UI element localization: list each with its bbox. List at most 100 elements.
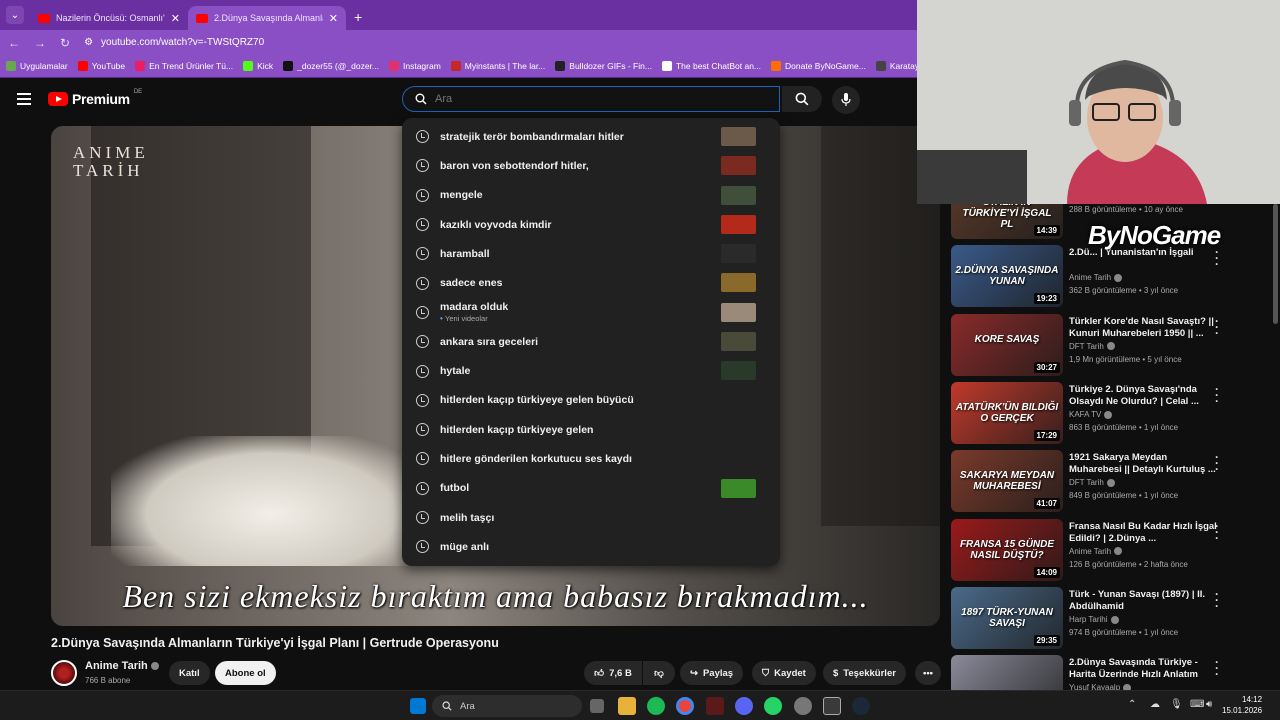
voice-search-button[interactable] xyxy=(832,86,860,114)
suggestion-item[interactable]: madara olduk • Yeni videolar xyxy=(402,298,780,327)
spotify-icon[interactable] xyxy=(647,697,665,715)
suggestion-item[interactable]: stratejik terör bombandırmaları hitler xyxy=(402,122,780,151)
app-icon[interactable] xyxy=(706,697,724,715)
suggestion-item[interactable]: hitlerden kaçıp türkiyeye gelen xyxy=(402,415,780,444)
channel-avatar[interactable] xyxy=(51,660,77,686)
related-video-item[interactable]: KORE SAVAŞ 30:27 Türkler Kore'de Nasıl Sav… xyxy=(951,313,1271,376)
close-tab-icon[interactable]: ✕ xyxy=(329,12,338,25)
bookmark-item[interactable]: _dozer55 (@_dozer... xyxy=(283,61,379,71)
dislike-button[interactable]: 👎︎ xyxy=(643,661,675,685)
reload-icon[interactable]: ↻ xyxy=(60,36,70,50)
related-video-item[interactable]: ATATÜRK'ÜN BILDIĞI O GERÇEK 17:29 Türkiye … xyxy=(951,381,1271,444)
related-channel-name[interactable]: DFT Tarih xyxy=(1069,342,1115,351)
file-explorer-icon[interactable] xyxy=(618,697,636,715)
bookmark-item[interactable]: Donate ByNoGame... xyxy=(771,61,866,71)
discord-icon[interactable] xyxy=(735,697,753,715)
share-button[interactable]: ↪ Paylaş xyxy=(680,661,744,685)
scrollbar[interactable] xyxy=(1273,204,1278,324)
video-thumbnail[interactable]: SAKARYA MEYDAN MUHAREBESİ 41:07 xyxy=(951,450,1063,513)
window-app-icon[interactable] xyxy=(823,697,841,715)
more-vertical-icon[interactable]: · · · xyxy=(1215,246,1219,270)
more-actions-button[interactable]: ••• xyxy=(915,661,941,685)
steam-icon[interactable] xyxy=(852,697,870,715)
bookmark-item[interactable]: Uygulamalar xyxy=(6,61,68,71)
thanks-button[interactable]: $ Teşekkürler xyxy=(823,661,906,685)
video-thumbnail[interactable]: 1897 TÜRK-YUNAN SAVAŞI 29:35 xyxy=(951,586,1063,649)
more-vertical-icon[interactable]: · · · xyxy=(1215,520,1219,544)
related-video-item[interactable]: 1897 TÜRK-YUNAN SAVAŞI 29:35 Türk - Yunan … xyxy=(951,586,1271,649)
related-video-title[interactable]: Türkiye 2. Dünya Savaşı'nda Olsaydı Ne O… xyxy=(1069,384,1217,408)
youtube-logo[interactable]: Premium DE xyxy=(48,89,142,107)
new-tab-button[interactable]: + xyxy=(354,9,362,25)
video-thumbnail[interactable]: STALİN'İN TÜRKİYE'Yİ İŞGAL PL14:39 xyxy=(951,204,1063,239)
tab-1[interactable]: Nazilerin Öncüsü: Osmanlı'da Y ✕ xyxy=(30,6,188,30)
forward-arrow-icon[interactable]: → xyxy=(34,36,46,50)
bookmark-item[interactable]: Bulldozer GIFs - Fin... xyxy=(555,61,652,71)
like-button[interactable]: 👍︎ 7,6 B xyxy=(584,661,642,685)
suggestion-item[interactable]: melih taşçı xyxy=(402,503,780,532)
more-vertical-icon[interactable]: · · · xyxy=(1215,315,1219,339)
related-channel-name[interactable]: Anime Tarih xyxy=(1069,273,1123,282)
whatsapp-icon[interactable] xyxy=(764,697,782,715)
taskbar-search[interactable]: Ara xyxy=(432,695,582,717)
back-arrow-icon[interactable]: ← xyxy=(8,36,20,50)
suggestion-item[interactable]: müge anlı xyxy=(402,532,780,561)
save-button[interactable]: ⛉ Kaydet xyxy=(752,661,816,685)
search-button[interactable] xyxy=(782,86,822,112)
video-thumbnail[interactable]: KORE SAVAŞ 30:27 xyxy=(951,313,1063,376)
related-video-title[interactable]: Fransa Nasıl Bu Kadar Hızlı İşgal Edildi… xyxy=(1069,521,1217,545)
bookmark-item[interactable]: En Trend Ürünler Tü... xyxy=(135,61,233,71)
suggestion-item[interactable]: ankara sıra geceleri xyxy=(402,327,780,356)
tab-search-button[interactable]: ⌄ xyxy=(6,6,24,24)
suggestion-item[interactable]: sadece enes xyxy=(402,268,780,297)
video-thumbnail[interactable]: ATATÜRK'ÜN BILDIĞI O GERÇEK 17:29 xyxy=(951,381,1063,444)
more-vertical-icon[interactable]: · · · xyxy=(1215,451,1219,475)
chrome-icon[interactable] xyxy=(676,697,694,715)
suggestion-item[interactable]: hytale xyxy=(402,356,780,385)
video-thumbnail[interactable]: FRANSA 15 GÜNDE NASIL DÜŞTÜ? 14:09 xyxy=(951,518,1063,581)
related-video-item[interactable]: 2.Dünya Savaşında Türkiye - Harita Üzeri… xyxy=(951,655,1271,690)
join-button[interactable]: Katıl xyxy=(169,661,210,685)
system-clock[interactable]: 14:12 15.01.2026 xyxy=(1222,694,1262,716)
suggestion-item[interactable]: haramball xyxy=(402,239,780,268)
settings-gear-icon[interactable] xyxy=(794,697,812,715)
search-input[interactable] xyxy=(435,93,735,105)
url-field[interactable]: ⚙ youtube.com/watch?v=-TWStQRZ70 xyxy=(84,33,909,52)
related-channel-name[interactable]: Yusuf Kayaalp xyxy=(1069,683,1132,690)
suggestion-item[interactable]: hitlerden kaçıp türkiyeye gelen büyücü xyxy=(402,386,780,415)
tray-expand-icon[interactable]: ⌃ xyxy=(1128,699,1136,710)
related-video-item[interactable]: SAKARYA MEYDAN MUHAREBESİ 41:07 1921 Sakar… xyxy=(951,450,1271,513)
task-view-icon[interactable] xyxy=(590,699,604,713)
windows-start-icon[interactable] xyxy=(410,698,426,714)
related-video-item[interactable]: FRANSA 15 GÜNDE NASIL DÜŞTÜ? 14:09 Fransa … xyxy=(951,518,1271,581)
suggestion-item[interactable]: kazıklı voyvoda kimdir xyxy=(402,210,780,239)
related-channel-name[interactable]: KAFA TV xyxy=(1069,410,1113,419)
bookmark-item[interactable]: Karatay Beledi xyxy=(875,61,917,71)
more-vertical-icon[interactable]: · · · xyxy=(1215,383,1219,407)
suggestion-item[interactable]: hitlere gönderilen korkutucu ses kaydı xyxy=(402,444,780,473)
bookmark-item[interactable]: YouTube xyxy=(77,61,125,71)
tab-2-active[interactable]: 2.Dünya Savaşında Almanların ✕ xyxy=(188,6,346,30)
site-info-icon[interactable]: ⚙ xyxy=(84,37,93,48)
related-video-item[interactable]: 2.DÜNYA SAVAŞINDA YUNAN 19:23 2.Dü... | Yu… xyxy=(951,245,1271,308)
subscribe-button[interactable]: Abone ol xyxy=(215,661,276,685)
video-thumbnail[interactable]: 2.DÜNYA SAVAŞINDA YUNAN 19:23 xyxy=(951,245,1063,308)
related-video-title[interactable]: 1921 Sakarya Meydan Muharebesi || Detayl… xyxy=(1069,452,1217,476)
close-tab-icon[interactable]: ✕ xyxy=(171,12,180,25)
suggestion-item[interactable]: futbol xyxy=(402,474,780,503)
search-box[interactable] xyxy=(402,86,780,112)
suggestion-item[interactable]: baron von sebottendorf hitler, xyxy=(402,151,780,180)
microphone-tray-icon[interactable]: 🎙︎ xyxy=(1170,699,1183,710)
bookmark-item[interactable]: The best ChatBot an... xyxy=(661,61,761,71)
related-video-title[interactable]: 2.Dünya Savaşında Türkiye - Harita Üzeri… xyxy=(1069,657,1217,681)
bookmark-item[interactable]: Instagram xyxy=(389,61,441,71)
related-video-title[interactable]: Türk - Yunan Savaşı (1897) | II. Abdülha… xyxy=(1069,589,1217,613)
suggestion-item[interactable]: mengele xyxy=(402,181,780,210)
volume-icon[interactable]: 🔊︎ xyxy=(1206,699,1212,710)
more-vertical-icon[interactable]: · · · xyxy=(1215,588,1219,612)
related-channel-name[interactable]: DFT Tarih xyxy=(1069,478,1115,487)
network-icon[interactable]: ⌨ xyxy=(1190,699,1204,710)
related-channel-name[interactable]: Harp Tarihi xyxy=(1069,615,1119,624)
tray-app-icon[interactable]: ☁ xyxy=(1150,699,1160,710)
related-channel-name[interactable]: Anime Tarih xyxy=(1069,547,1123,556)
